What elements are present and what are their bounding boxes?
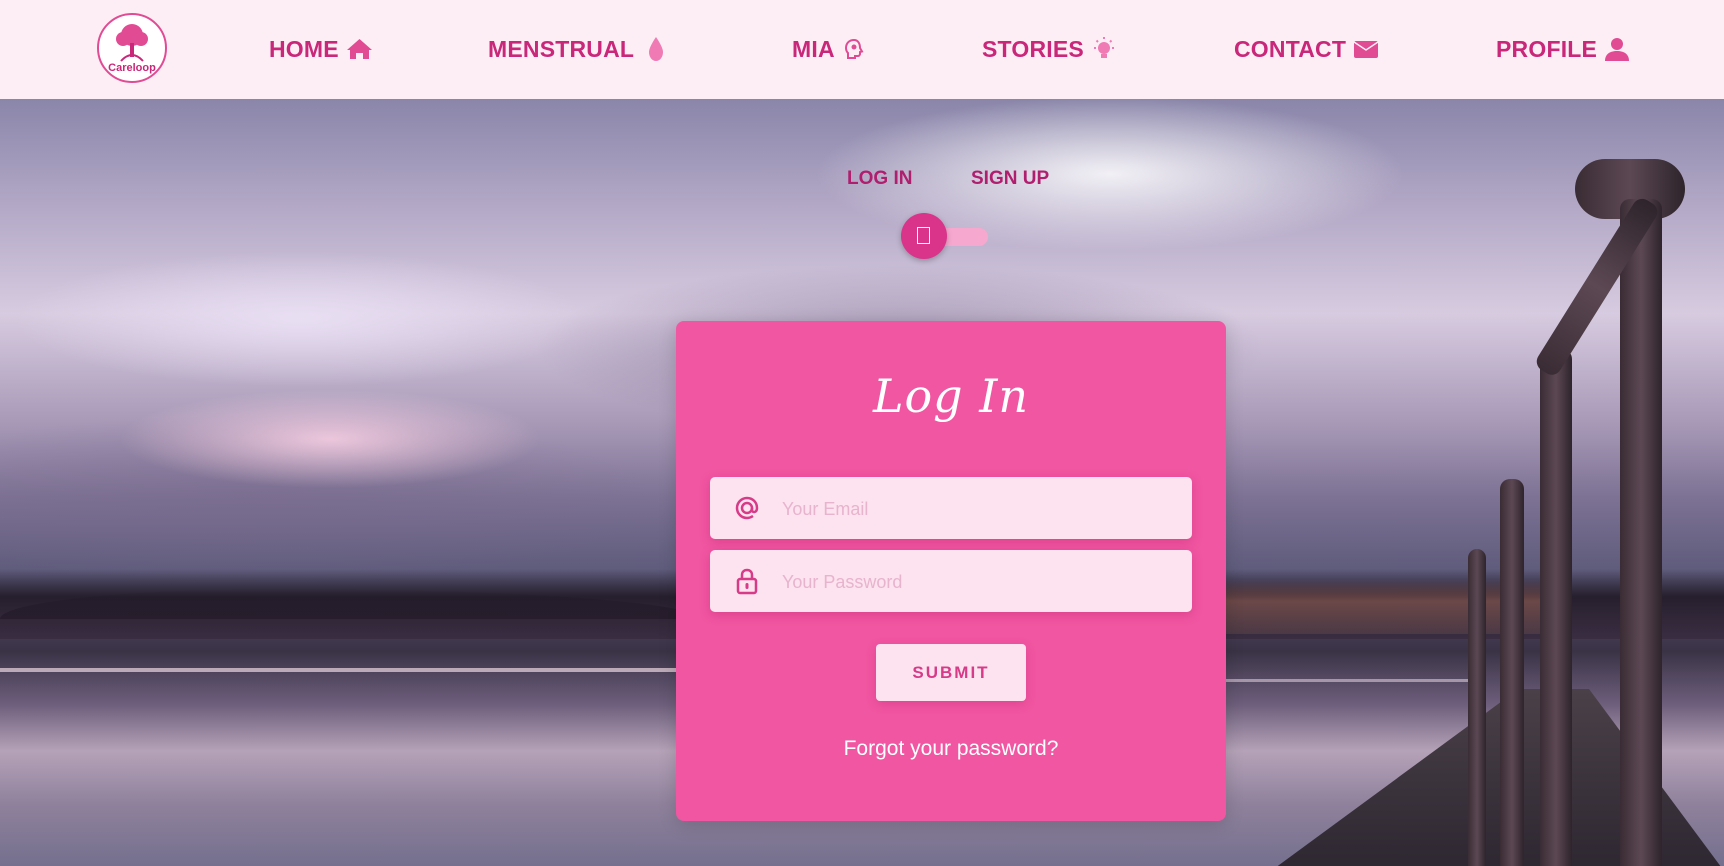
tab-login[interactable]: LOG IN — [847, 168, 912, 190]
nav-profile-label: PROFILE — [1496, 35, 1598, 62]
password-field-wrapper — [710, 550, 1192, 614]
careloop-logo[interactable]: Careloop — [97, 13, 167, 83]
email-field-wrapper — [710, 477, 1192, 541]
railing-post-1 — [1620, 199, 1662, 866]
lightbulb-icon — [1093, 37, 1114, 58]
at-icon — [735, 496, 759, 520]
lock-icon — [736, 568, 758, 595]
user-icon — [1605, 38, 1630, 61]
envelope-icon — [1353, 41, 1379, 58]
submit-button[interactable]: SUBMIT — [876, 644, 1026, 701]
nav-home[interactable]: HOME — [269, 32, 373, 66]
auth-toggle-knob[interactable] — [901, 213, 947, 259]
nav-home-label: HOME — [269, 35, 339, 62]
navbar: Careloop HOME MENSTRUAL MIA STORIES CONT… — [0, 0, 1724, 99]
forgot-password-link[interactable]: Forgot your password? — [676, 737, 1226, 761]
nav-stories-label: STORIES — [982, 35, 1084, 62]
logo-text: Careloop — [108, 62, 156, 74]
email-input[interactable] — [780, 477, 1184, 541]
railing-post-3 — [1500, 479, 1524, 866]
far-pier-line — [1220, 679, 1470, 682]
home-icon — [346, 39, 372, 59]
nav-contact-label: CONTACT — [1234, 35, 1347, 62]
railing-post-4 — [1468, 549, 1486, 866]
tab-signup[interactable]: SIGN UP — [971, 168, 1049, 190]
nav-stories[interactable]: STORIES — [982, 32, 1117, 66]
login-title: Log In — [872, 369, 1030, 423]
login-card: Log In SUBMIT Forgot your password? — [676, 321, 1226, 821]
nav-menstrual-label: MENSTRUAL — [488, 35, 635, 62]
nav-menstrual[interactable]: MENSTRUAL — [488, 32, 671, 66]
pier-reflection-line — [0, 668, 690, 672]
nav-mia-label: MIA — [792, 35, 835, 62]
toggle-glyph-icon — [917, 227, 930, 244]
nav-contact[interactable]: CONTACT — [1234, 32, 1379, 66]
drop-icon — [649, 37, 664, 61]
head-icon — [844, 38, 864, 59]
railing-post-2 — [1540, 349, 1572, 866]
nav-profile[interactable]: PROFILE — [1496, 32, 1630, 66]
password-input[interactable] — [780, 550, 1184, 614]
nav-mia[interactable]: MIA — [792, 32, 866, 66]
